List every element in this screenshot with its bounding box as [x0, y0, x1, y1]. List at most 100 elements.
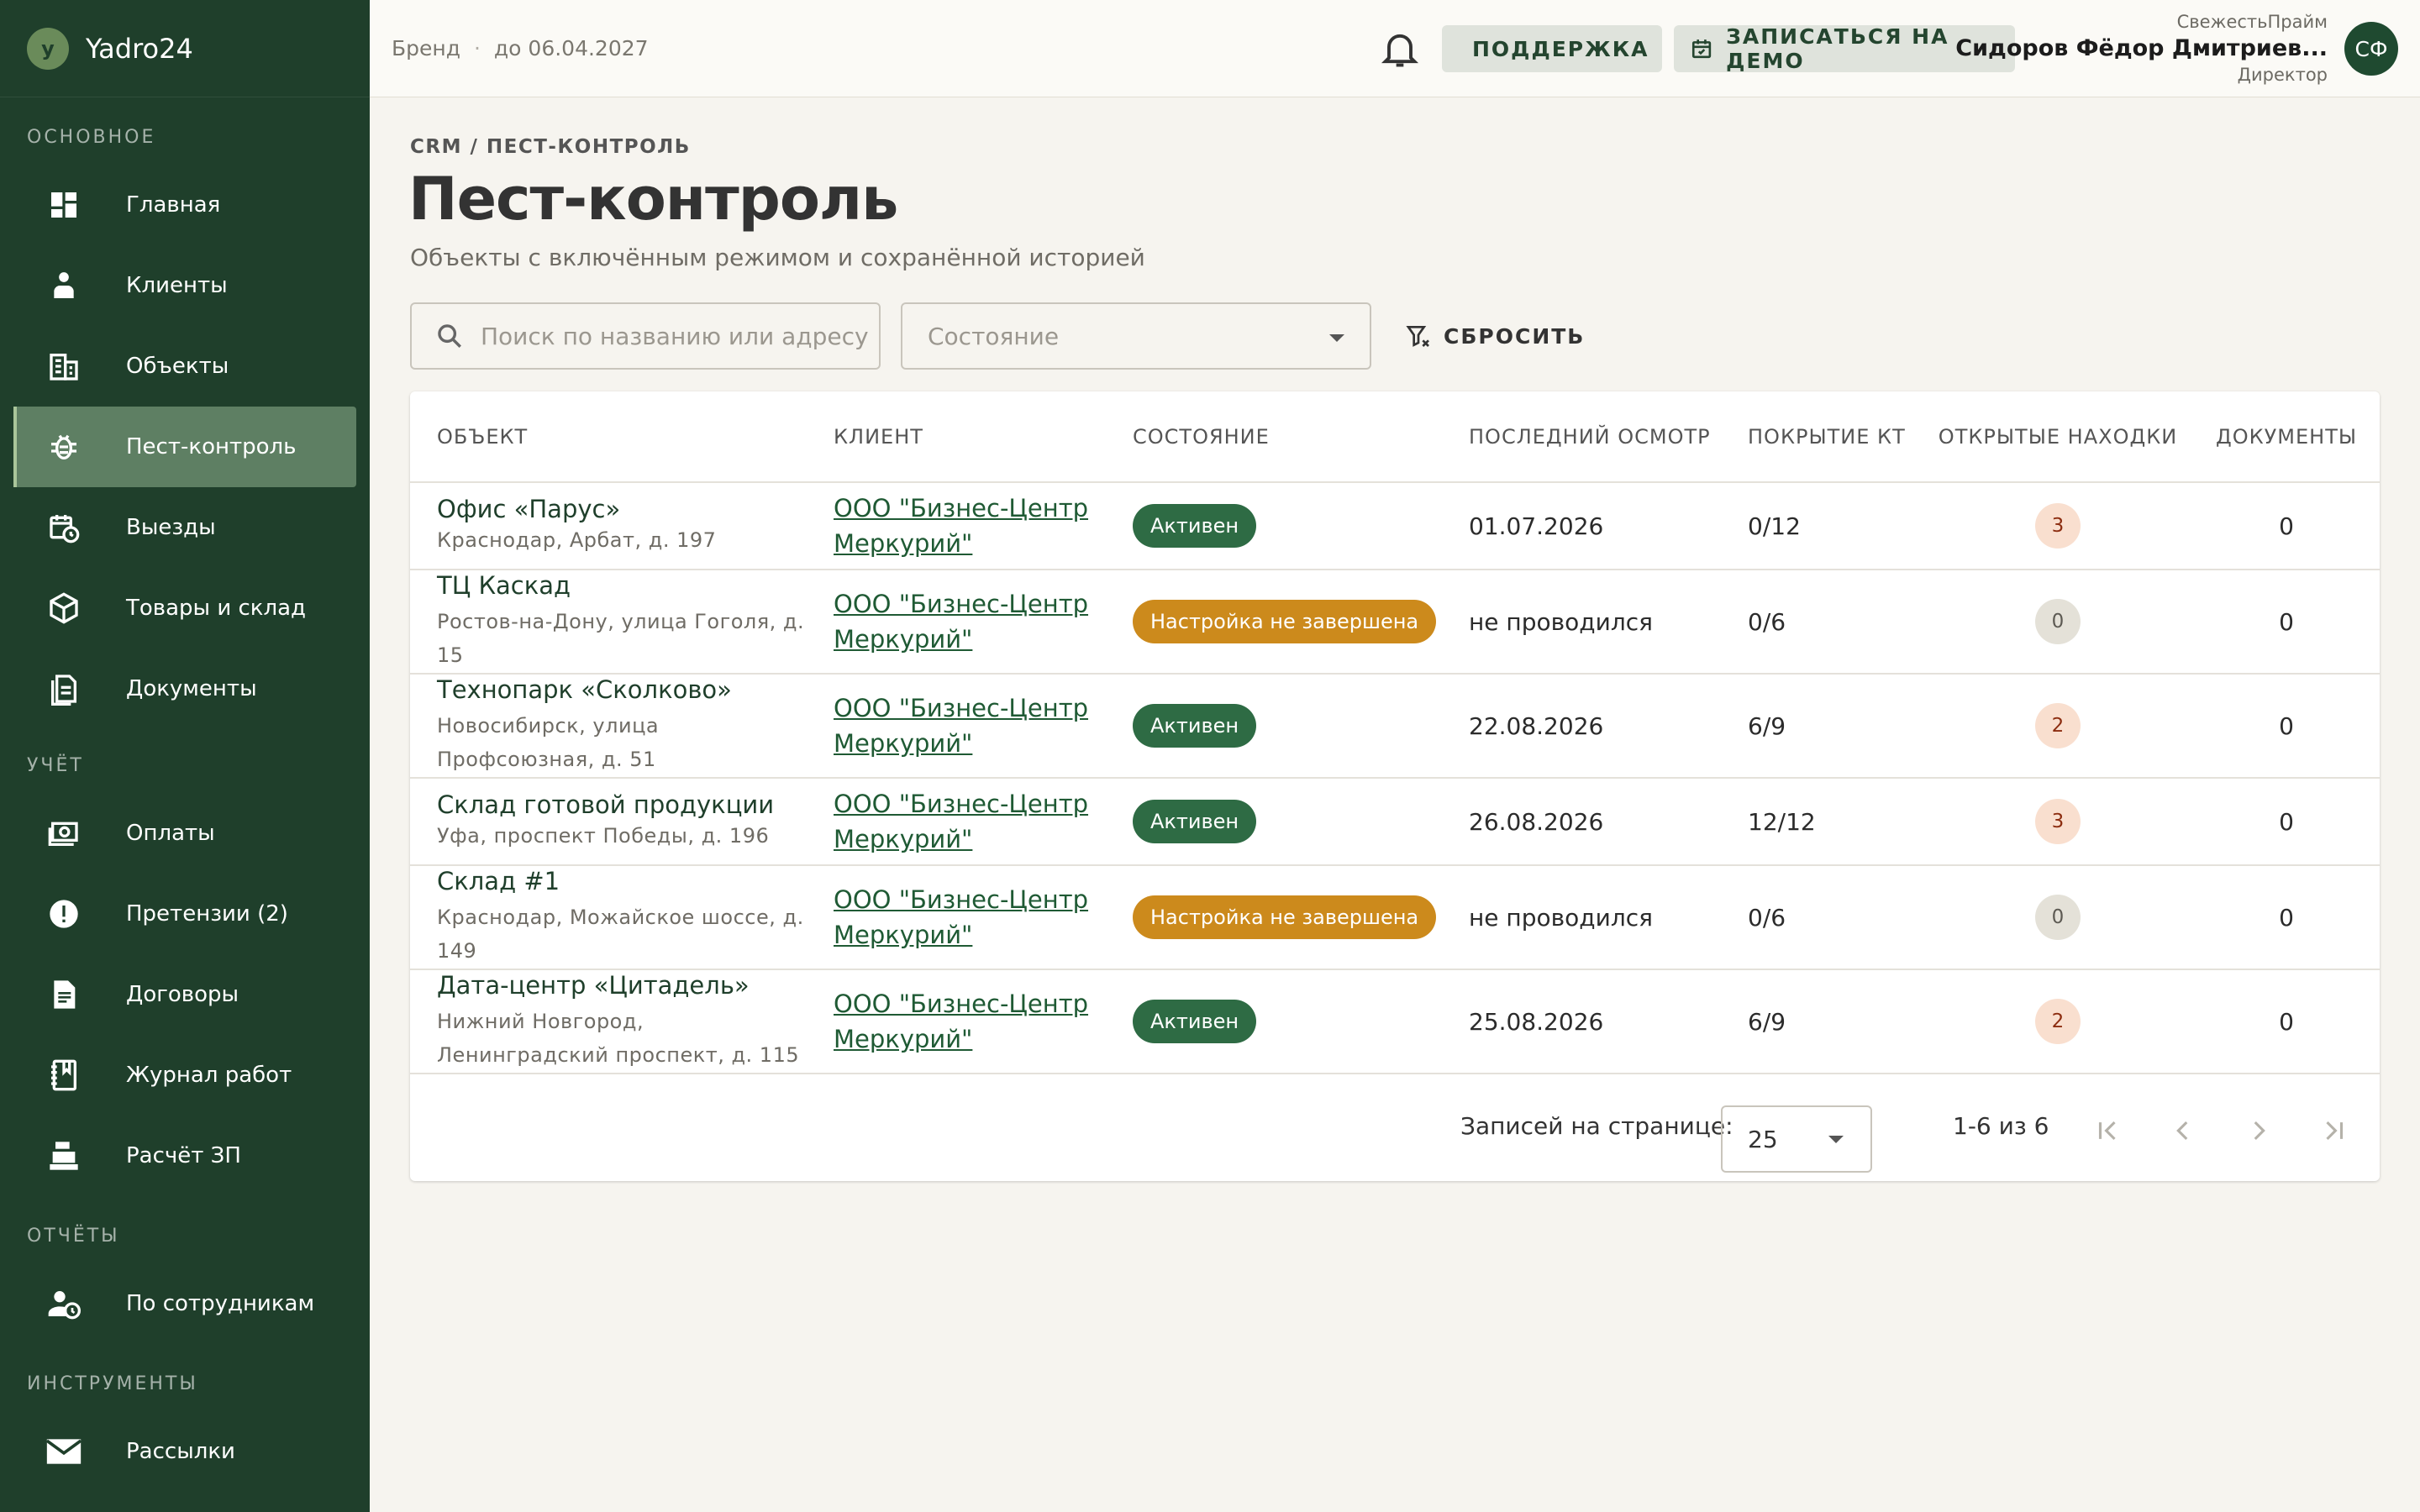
- sidebar-item-home[interactable]: Главная: [13, 165, 356, 245]
- box-icon: [44, 588, 84, 628]
- cell-findings: 3: [1923, 482, 2193, 570]
- rows-per-page-select[interactable]: 25: [1721, 1105, 1872, 1173]
- column-header-state[interactable]: СОСТОЯНИЕ: [1106, 391, 1442, 483]
- cell-findings: 2: [1923, 674, 2193, 779]
- support-button[interactable]: ПОДДЕРЖКА: [1442, 25, 1662, 72]
- contract-icon: [44, 974, 84, 1015]
- state-select[interactable]: Состояние: [901, 302, 1371, 370]
- sidebar-item-label: Претензии (2): [126, 901, 288, 927]
- sidebar-item-visits[interactable]: Выезды: [13, 487, 356, 568]
- search-input[interactable]: [481, 322, 876, 350]
- notifications-bell-icon[interactable]: [1378, 27, 1422, 71]
- cell-object: ТЦ Каскад Ростов-на-Дону, улица Гоголя, …: [410, 570, 807, 675]
- cell-state: Активен: [1106, 674, 1442, 779]
- status-badge: Активен: [1133, 704, 1257, 748]
- cell-findings: 3: [1923, 778, 2193, 866]
- object-address: Нижний Новгород, Ленинградский проспект,…: [437, 1010, 800, 1067]
- table-row[interactable]: Офис «Парус» Краснодар, Арбат, д. 197 ОО…: [410, 482, 2380, 570]
- sidebar-item-label: Договоры: [126, 982, 239, 1007]
- cell-object: Дата-центр «Цитадель» Нижний Новгород, Л…: [410, 969, 807, 1074]
- client-link-line: ООО "Бизнес-Центр: [834, 790, 1089, 818]
- status-badge: Настройка не завершена: [1133, 895, 1437, 939]
- cell-findings: 2: [1923, 969, 2193, 1074]
- client-link-line: Меркурий": [834, 729, 973, 758]
- pest-objects-table-card: ОБЪЕКТ КЛИЕНТ СОСТОЯНИЕ ПОСЛЕДНИЙ ОСМОТР…: [410, 391, 2380, 1181]
- sidebar-item-payments[interactable]: Оплаты: [13, 793, 356, 874]
- findings-count-badge: 3: [2035, 799, 2081, 844]
- cell-object: Технопарк «Сколково» Новосибирск, улица …: [410, 674, 807, 779]
- sidebar-item-contracts[interactable]: Договоры: [13, 954, 356, 1035]
- object-name[interactable]: Склад #1: [437, 867, 807, 895]
- cell-state: Активен: [1106, 778, 1442, 866]
- sidebar-item-label: По сотрудникам: [126, 1291, 315, 1316]
- status-badge: Активен: [1133, 504, 1257, 548]
- sidebar-item-label: Клиенты: [126, 273, 228, 298]
- object-name[interactable]: Технопарк «Сколково»: [437, 675, 807, 704]
- plan-info: Бренд · до 06.04.2027: [392, 36, 649, 60]
- column-header-last-check[interactable]: ПОСЛЕДНИЙ ОСМОТР: [1442, 391, 1721, 483]
- client-link[interactable]: ООО "Бизнес-Центр Меркурий": [834, 790, 1088, 853]
- table-row[interactable]: Технопарк «Сколково» Новосибирск, улица …: [410, 674, 2380, 779]
- sidebar-item-label: Товары и склад: [126, 596, 307, 621]
- sidebar-item-mailing[interactable]: Рассылки: [13, 1411, 356, 1492]
- object-name[interactable]: Дата-центр «Цитадель»: [437, 971, 807, 1000]
- object-address: Ростов-на-Дону, улица Гоголя, д. 15: [437, 610, 805, 667]
- column-header-documents[interactable]: ДОКУМЕНТЫ: [2193, 391, 2380, 483]
- sidebar-item-objects[interactable]: Объекты: [13, 326, 356, 407]
- state-select-placeholder: Состояние: [928, 322, 1060, 350]
- column-header-findings[interactable]: ОТКРЫТЫЕ НАХОДКИ: [1923, 391, 2193, 483]
- last-page-icon[interactable]: [2317, 1114, 2351, 1147]
- cash-register-icon: [44, 1136, 84, 1176]
- client-link[interactable]: ООО "Бизнес-Центр Меркурий": [834, 990, 1088, 1053]
- client-link[interactable]: ООО "Бизнес-Центр Меркурий": [834, 494, 1088, 558]
- dashboard-icon: [44, 185, 84, 225]
- sidebar-item-pest-control[interactable]: Пест-контроль: [13, 407, 356, 487]
- column-header-object[interactable]: ОБЪЕКТ: [410, 391, 807, 483]
- table-row[interactable]: Склад готовой продукции Уфа, проспект По…: [410, 778, 2380, 866]
- client-link-line: Меркурий": [834, 625, 973, 654]
- cell-coverage: 0/6: [1721, 570, 1923, 675]
- client-link[interactable]: ООО "Бизнес-Центр Меркурий": [834, 694, 1088, 758]
- sidebar-item-documents[interactable]: Документы: [13, 648, 356, 729]
- sidebar-item-journal[interactable]: Журнал работ: [13, 1035, 356, 1116]
- sidebar-item-claims[interactable]: Претензии (2): [13, 874, 356, 954]
- client-link[interactable]: ООО "Бизнес-Центр Меркурий": [834, 885, 1088, 949]
- section-title-main: ОСНОВНОЕ: [27, 126, 156, 148]
- app-name: Yadro24: [86, 32, 193, 65]
- sidebar-item-by-staff[interactable]: По сотрудникам: [13, 1263, 356, 1344]
- sidebar-item-clients[interactable]: Клиенты: [13, 245, 356, 326]
- column-header-coverage[interactable]: ПОКРЫТИЕ КТ: [1721, 391, 1923, 483]
- prev-page-icon[interactable]: [2166, 1114, 2200, 1147]
- first-page-icon[interactable]: [2091, 1114, 2124, 1147]
- sidebar-item-goods[interactable]: Товары и склад: [13, 568, 356, 648]
- cell-coverage: 0/6: [1721, 865, 1923, 970]
- user-role: Директор: [2237, 65, 2328, 85]
- object-address: Краснодар, Арбат, д. 197: [437, 528, 717, 552]
- client-link-line: Меркурий": [834, 825, 973, 853]
- object-name[interactable]: ТЦ Каскад: [437, 571, 807, 600]
- next-page-icon[interactable]: [2242, 1114, 2275, 1147]
- journal-icon: [44, 1055, 84, 1095]
- user-clock-icon: [44, 1284, 84, 1324]
- rows-per-page-value: 25: [1748, 1125, 1778, 1153]
- object-name[interactable]: Склад готовой продукции: [437, 790, 807, 819]
- table-row[interactable]: ТЦ Каскад Ростов-на-Дону, улица Гоголя, …: [410, 570, 2380, 675]
- table-row[interactable]: Склад #1 Краснодар, Можайское шоссе, д. …: [410, 865, 2380, 970]
- sidebar: y Yadro24 ОСНОВНОЕ Главная Клиенты Объек…: [0, 0, 370, 1512]
- cell-coverage: 6/9: [1721, 674, 1923, 779]
- object-name[interactable]: Офис «Парус»: [437, 495, 807, 523]
- user-info[interactable]: СвежестьПрайм Сидоров Фёдор Дмитриев... …: [1955, 12, 2328, 85]
- object-address: Краснодар, Можайское шоссе, д. 149: [437, 906, 804, 963]
- column-header-client[interactable]: КЛИЕНТ: [807, 391, 1106, 483]
- sidebar-item-salary[interactable]: Расчёт ЗП: [13, 1116, 356, 1196]
- status-badge: Активен: [1133, 800, 1257, 843]
- client-link-line: Меркурий": [834, 1025, 973, 1053]
- search-box: [410, 302, 881, 370]
- reset-filters-button[interactable]: СБРОСИТЬ: [1405, 319, 1585, 353]
- object-address: Новосибирск, улица Профсоюзная, д. 51: [437, 714, 660, 771]
- table-row[interactable]: Дата-центр «Цитадель» Нижний Новгород, Л…: [410, 969, 2380, 1074]
- brand[interactable]: y Yadro24: [0, 0, 370, 97]
- avatar[interactable]: СФ: [2344, 22, 2398, 76]
- plan-separator: ·: [473, 36, 481, 60]
- client-link[interactable]: ООО "Бизнес-Центр Меркурий": [834, 590, 1088, 654]
